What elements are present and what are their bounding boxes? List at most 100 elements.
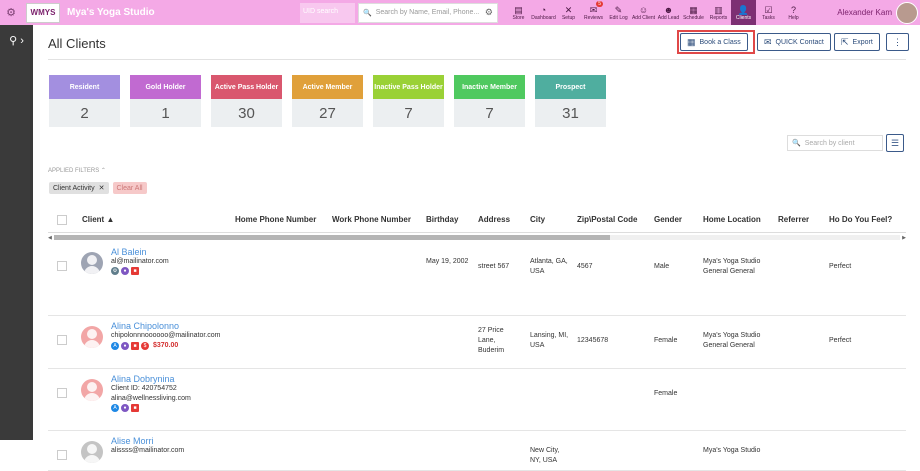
col-home-phone[interactable]: Home Phone Number [235,215,316,224]
client-name-link[interactable]: Alina Dobrynina [111,374,191,384]
stat-card-active-member[interactable]: Active Member 27 [292,75,363,127]
client-status-icon[interactable]: ■ [131,267,139,275]
nav-reports[interactable]: ▥ Reports [706,0,731,25]
scroll-right-icon[interactable]: ▶ [902,235,906,241]
client-search-input[interactable]: 🔍 Search by client [787,135,883,151]
clear-all-button[interactable]: Clear All [112,182,147,194]
client-name-link[interactable]: Al Balein [111,247,169,257]
col-birthday[interactable]: Birthday [426,215,458,224]
stat-card-resident[interactable]: Resident 2 [49,75,120,127]
nav-edit-log[interactable]: ✎ Edit Log [606,0,631,25]
col-work-phone[interactable]: Work Phone Number [332,215,411,224]
nav-label: Store [512,14,525,21]
stat-card-prospect[interactable]: Prospect 31 [535,75,606,127]
row-checkbox[interactable] [57,450,67,460]
quick-contact-button[interactable]: ✉ QUICK Contact [757,33,831,51]
col-feel[interactable]: Ho Do You Feel? [829,215,892,224]
left-sidebar: ⚲ › [0,25,33,440]
applied-filters-label: APPLIED FILTERS [48,168,100,174]
schedule-icon: ▦ [689,4,698,15]
cell-zip: 12345678 [577,337,609,344]
row-checkbox[interactable] [57,388,67,398]
studio-logo[interactable]: WMYS [26,2,60,23]
page-title: All Clients [48,36,106,51]
client-status-icon[interactable]: ● [121,404,129,412]
user-menu[interactable]: Alexander Kam [837,1,920,24]
client-name-link[interactable]: Alise Morri [111,436,184,446]
table-row[interactable]: Alise Morri alissss@mailinator.com New Cit… [48,431,906,471]
user-name: Alexander Kam [837,8,892,17]
client-status-icon[interactable]: ● [121,267,129,275]
global-search-input[interactable]: 🔍 Search by Name, Email, Phone... ⚙ [358,2,498,23]
client-status-icon[interactable]: $ [141,342,149,350]
cell-city: New City, NY, USA [530,447,560,464]
help-icon: ? [790,4,796,15]
settings-icon[interactable]: ⚙ [0,0,22,25]
search-expand-icon[interactable]: ⚲ › [0,25,33,55]
clients-icon: 👤 [737,4,750,15]
col-zip[interactable]: Zip\Postal Code [577,215,637,224]
main-content: All Clients ▦ Book a Class ✉ QUICK Conta… [33,25,920,471]
client-status-icon[interactable]: A [111,404,119,412]
stat-card-active-pass-holder[interactable]: Active Pass Holder 30 [211,75,282,127]
client-name-link[interactable]: Alina Chipolonno [111,321,220,331]
stat-card-label: Active Pass Holder [211,75,282,99]
edit-log-icon: ✎ [614,4,623,15]
scroll-left-icon[interactable]: ◀ [48,235,52,241]
avatar[interactable] [81,441,103,463]
client-status-icon[interactable]: ■ [131,404,139,412]
client-status-icon[interactable]: A [111,342,119,350]
avatar[interactable] [81,326,103,348]
stat-card-gold-holder[interactable]: Gold Holder 1 [130,75,201,127]
row-checkbox[interactable] [57,261,67,271]
col-referrer[interactable]: Referrer [778,215,809,224]
nav-store[interactable]: ▤ Store [506,0,531,25]
nav-schedule[interactable]: ▦ Schedule [681,0,706,25]
stat-card-inactive-pass-holder[interactable]: Inactive Pass Holder 7 [373,75,444,127]
store-icon: ▤ [514,4,523,15]
col-city[interactable]: City [530,215,545,224]
nav-tasks[interactable]: ☑ Tasks [756,0,781,25]
stat-card-label: Prospect [535,75,606,99]
studio-name[interactable]: Mya's Yoga Studio [67,7,237,18]
client-status-icon[interactable]: ⚙ [111,267,119,275]
select-all-checkbox[interactable] [57,214,67,225]
horizontal-scrollbar[interactable]: ◀ ▶ [48,233,906,242]
nav-add-lead[interactable]: ☻ Add Lead [656,0,681,25]
client-search-placeholder: Search by client [804,139,855,147]
filter-settings-button[interactable]: ☰ [886,134,904,152]
reports-icon: ▥ [714,4,723,15]
nav-label: Setup [561,14,576,21]
kebab-icon: ⋮ [893,36,902,47]
stat-card-label: Inactive Pass Holder [373,75,444,99]
col-gender[interactable]: Gender [654,215,682,224]
export-button[interactable]: ⇱ Export [834,33,880,51]
nav-dashboard[interactable]: ◔ Dashboard [531,0,556,25]
table-row[interactable]: Alina Chipolonno chipolonnnoooooo@mailina… [48,316,906,369]
nav-reviews[interactable]: ✉ Reviews 5 [581,0,606,25]
avatar[interactable] [81,379,103,401]
close-icon[interactable]: ✕ [99,184,105,192]
more-options-button[interactable]: ⋮ [886,33,909,51]
col-client[interactable]: Client ▲ [82,215,114,224]
nav-help[interactable]: ? Help [781,0,806,25]
table-row[interactable]: Alina Dobrynina Client ID: 420754752 alina… [48,369,906,431]
col-home-location[interactable]: Home Location [703,215,761,224]
nav-add-client[interactable]: ☺ Add Client [631,0,656,25]
search-settings-icon[interactable]: ⚙ [485,7,493,18]
scrollbar-thumb[interactable] [54,235,610,240]
uid-search-input[interactable]: UID search [300,2,355,23]
row-checkbox[interactable] [57,335,67,345]
user-avatar[interactable] [896,1,918,24]
stat-card-inactive-member[interactable]: Inactive Member 7 [454,75,525,127]
nav-setup[interactable]: ✕ Setup [556,0,581,25]
applied-filters-toggle[interactable]: APPLIED FILTERS ⌃ [48,167,106,174]
client-status-icon[interactable]: ■ [131,342,139,350]
table-row[interactable]: Al Balein al@mailinator.com ⚙ ● ■ May 19, 200… [48,242,906,316]
nav-clients[interactable]: 👤 Clients [731,0,756,25]
client-status-icon[interactable]: ● [121,342,129,350]
avatar[interactable] [81,252,103,274]
nav-label: Dashboard [531,14,556,21]
col-address[interactable]: Address [478,215,510,224]
filter-chip-client-activity[interactable]: Client Activity ✕ [49,182,109,194]
